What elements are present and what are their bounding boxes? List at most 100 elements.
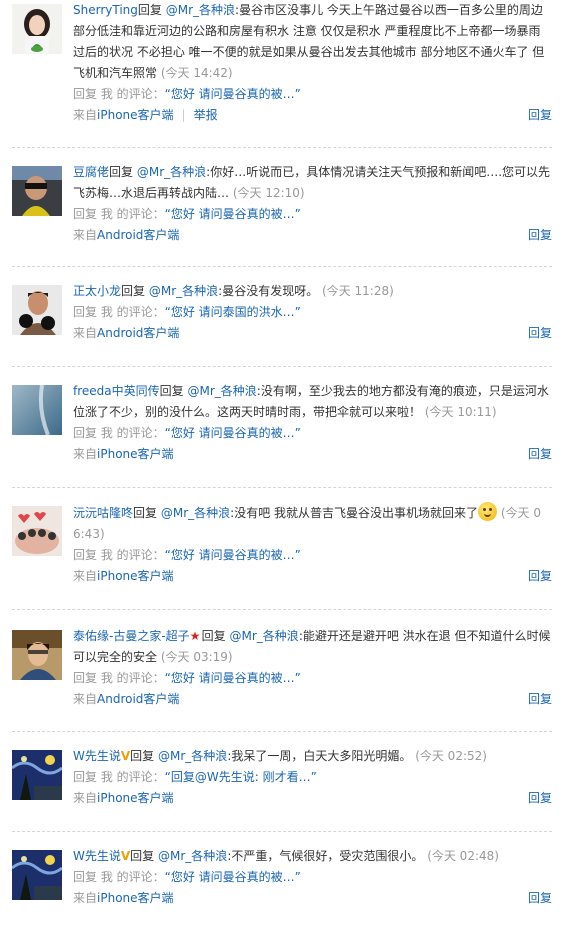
- reply-prefix: 回复: [121, 284, 146, 298]
- author-link[interactable]: 泰佑缘-古曼之家-超子: [73, 629, 190, 643]
- reply-prefix: 回复: [109, 165, 134, 179]
- reply-button[interactable]: 回复: [528, 888, 552, 909]
- mention-link[interactable]: @Mr_各种浪: [158, 749, 227, 763]
- avatar[interactable]: [12, 850, 62, 900]
- source-label: 来自: [73, 692, 98, 706]
- comment-text: 沅沅咕隆咚回复 @Mr_各种浪:没有吧 我就从普吉飞曼谷没出事机场就回来了 (今…: [73, 502, 552, 545]
- quoted-comment-link[interactable]: “您好 请问曼谷真的被…”: [165, 87, 301, 101]
- source-link[interactable]: Android客户端: [97, 326, 179, 340]
- verified-v-icon: V: [120, 849, 131, 863]
- source-link[interactable]: iPhone客户端: [97, 791, 174, 805]
- report-link[interactable]: 举报: [194, 108, 218, 122]
- comment-list: SherryTing回复 @Mr_各种浪:曼谷市区没事儿 今天上午路过曼谷以西一…: [0, 0, 575, 927]
- quoted-comment-link[interactable]: “您好 请问曼谷真的被…”: [165, 671, 301, 685]
- source-line: 来自iPhone客户端 回复: [73, 566, 552, 587]
- reply-context-label: 回复 我 的评论：: [73, 548, 165, 562]
- reply-context: 回复 我 的评论：“您好 请问曼谷真的被…”: [73, 867, 552, 888]
- comment-item: freeda中英同传回复 @Mr_各种浪:没有啊，至少我去的地方都没有淹的痕迹，…: [12, 367, 552, 488]
- source-label: 来自: [73, 891, 98, 905]
- comment-item: SherryTing回复 @Mr_各种浪:曼谷市区没事儿 今天上午路过曼谷以西一…: [12, 0, 552, 148]
- reply-button[interactable]: 回复: [528, 225, 552, 246]
- author-link[interactable]: 豆腐佬: [73, 165, 109, 179]
- source-label: 来自: [73, 228, 98, 242]
- reply-prefix: 回复: [137, 3, 162, 17]
- comment-text: W先生说V回复 @Mr_各种浪:不严重，气候很好，受灾范围很小。 (今天 02:…: [73, 846, 552, 867]
- source-line: 来自iPhone客户端 | 举报 回复: [73, 105, 552, 126]
- author-link[interactable]: W先生说: [73, 749, 121, 763]
- reply-context-label: 回复 我 的评论：: [73, 426, 165, 440]
- quoted-comment-link[interactable]: “您好 请问泰国的洪水…”: [165, 305, 301, 319]
- source-label: 来自: [73, 569, 98, 583]
- author-link[interactable]: 沅沅咕隆咚: [73, 506, 133, 520]
- timestamp: (今天 03:19): [160, 650, 233, 664]
- source-line: 来自Android客户端 回复: [73, 323, 552, 344]
- separator: |: [181, 108, 186, 122]
- quoted-comment-link[interactable]: “您好 请问曼谷真的被…”: [165, 548, 301, 562]
- avatar[interactable]: [12, 285, 62, 335]
- reply-button[interactable]: 回复: [528, 566, 552, 587]
- reply-prefix: 回复: [159, 384, 184, 398]
- author-link[interactable]: freeda中英同传: [73, 384, 160, 398]
- quoted-comment-link[interactable]: “回复@W先生说: 刚才看…”: [165, 770, 317, 784]
- comment-text: 正太小龙回复 @Mr_各种浪:曼谷没有发现呀。 (今天 11:28): [73, 281, 552, 302]
- source-label: 来自: [73, 791, 98, 805]
- reply-prefix: 回复: [130, 749, 155, 763]
- reply-button[interactable]: 回复: [528, 323, 552, 344]
- source-line: 来自Android客户端 回复: [73, 225, 552, 246]
- quoted-comment-link[interactable]: “您好 请问曼谷真的被…”: [165, 207, 301, 221]
- source-line: 来自iPhone客户端 回复: [73, 888, 552, 909]
- verified-v-icon: V: [120, 749, 131, 763]
- comment-item: 沅沅咕隆咚回复 @Mr_各种浪:没有吧 我就从普吉飞曼谷没出事机场就回来了 (今…: [12, 488, 552, 610]
- source-label: 来自: [73, 108, 98, 122]
- avatar[interactable]: [12, 385, 62, 435]
- avatar[interactable]: [12, 4, 62, 54]
- mention-link[interactable]: @Mr_各种浪: [161, 506, 230, 520]
- timestamp: (今天 14:42): [160, 66, 233, 80]
- reply-context-label: 回复 我 的评论：: [73, 870, 165, 884]
- source-line: 来自Android客户端 回复: [73, 689, 552, 710]
- source-label: 来自: [73, 326, 98, 340]
- quoted-comment-link[interactable]: “您好 请问曼谷真的被…”: [165, 426, 301, 440]
- reply-context: 回复 我 的评论：“您好 请问泰国的洪水…”: [73, 302, 552, 323]
- reply-context: 回复 我 的评论：“您好 请问曼谷真的被…”: [73, 545, 552, 566]
- author-link[interactable]: W先生说: [73, 849, 121, 863]
- comment-text: SherryTing回复 @Mr_各种浪:曼谷市区没事儿 今天上午路过曼谷以西一…: [73, 0, 552, 84]
- reply-prefix: 回复: [133, 506, 158, 520]
- mention-link[interactable]: @Mr_各种浪: [158, 849, 227, 863]
- timestamp: (今天 11:28): [322, 284, 394, 298]
- avatar[interactable]: [12, 630, 62, 680]
- reply-context-label: 回复 我 的评论：: [73, 207, 165, 221]
- avatar[interactable]: [12, 166, 62, 216]
- source-line: 来自iPhone客户端 回复: [73, 444, 552, 465]
- mention-link[interactable]: @Mr_各种浪: [166, 3, 235, 17]
- reply-button[interactable]: 回复: [528, 444, 552, 465]
- source-link[interactable]: Android客户端: [97, 228, 179, 242]
- source-link[interactable]: iPhone客户端: [97, 891, 174, 905]
- source-link[interactable]: iPhone客户端: [97, 447, 174, 461]
- comment-text: 豆腐佬回复 @Mr_各种浪:你好…听说而已，具体情况请关注天气预报和新闻吧….您…: [73, 162, 552, 204]
- mention-link[interactable]: @Mr_各种浪: [137, 165, 206, 179]
- timestamp: (今天 02:52): [415, 749, 487, 763]
- comment-item: 豆腐佬回复 @Mr_各种浪:你好…听说而已，具体情况请关注天气预报和新闻吧….您…: [12, 148, 552, 267]
- author-link[interactable]: SherryTing: [73, 3, 138, 17]
- timestamp: (今天 02:48): [427, 849, 499, 863]
- author-link[interactable]: 正太小龙: [73, 284, 121, 298]
- reply-button[interactable]: 回复: [528, 788, 552, 809]
- comment-item: 正太小龙回复 @Mr_各种浪:曼谷没有发现呀。 (今天 11:28) 回复 我 …: [12, 267, 552, 367]
- avatar[interactable]: [12, 750, 62, 800]
- mention-link[interactable]: @Mr_各种浪: [230, 629, 299, 643]
- reply-context: 回复 我 的评论：“您好 请问曼谷真的被…”: [73, 84, 552, 105]
- quoted-comment-link[interactable]: “您好 请问曼谷真的被…”: [165, 870, 301, 884]
- reply-button[interactable]: 回复: [528, 689, 552, 710]
- comment-content: :不严重，气候很好，受灾范围很小。: [227, 849, 424, 863]
- reply-button[interactable]: 回复: [528, 105, 552, 126]
- reply-prefix: 回复: [201, 629, 226, 643]
- mention-link[interactable]: @Mr_各种浪: [187, 384, 256, 398]
- reply-context-label: 回复 我 的评论：: [73, 305, 165, 319]
- source-link[interactable]: iPhone客户端: [97, 108, 174, 122]
- avatar[interactable]: [12, 506, 62, 556]
- source-link[interactable]: iPhone客户端: [97, 569, 174, 583]
- smiley-emoticon-icon: [478, 502, 498, 521]
- mention-link[interactable]: @Mr_各种浪: [149, 284, 218, 298]
- source-link[interactable]: Android客户端: [97, 692, 179, 706]
